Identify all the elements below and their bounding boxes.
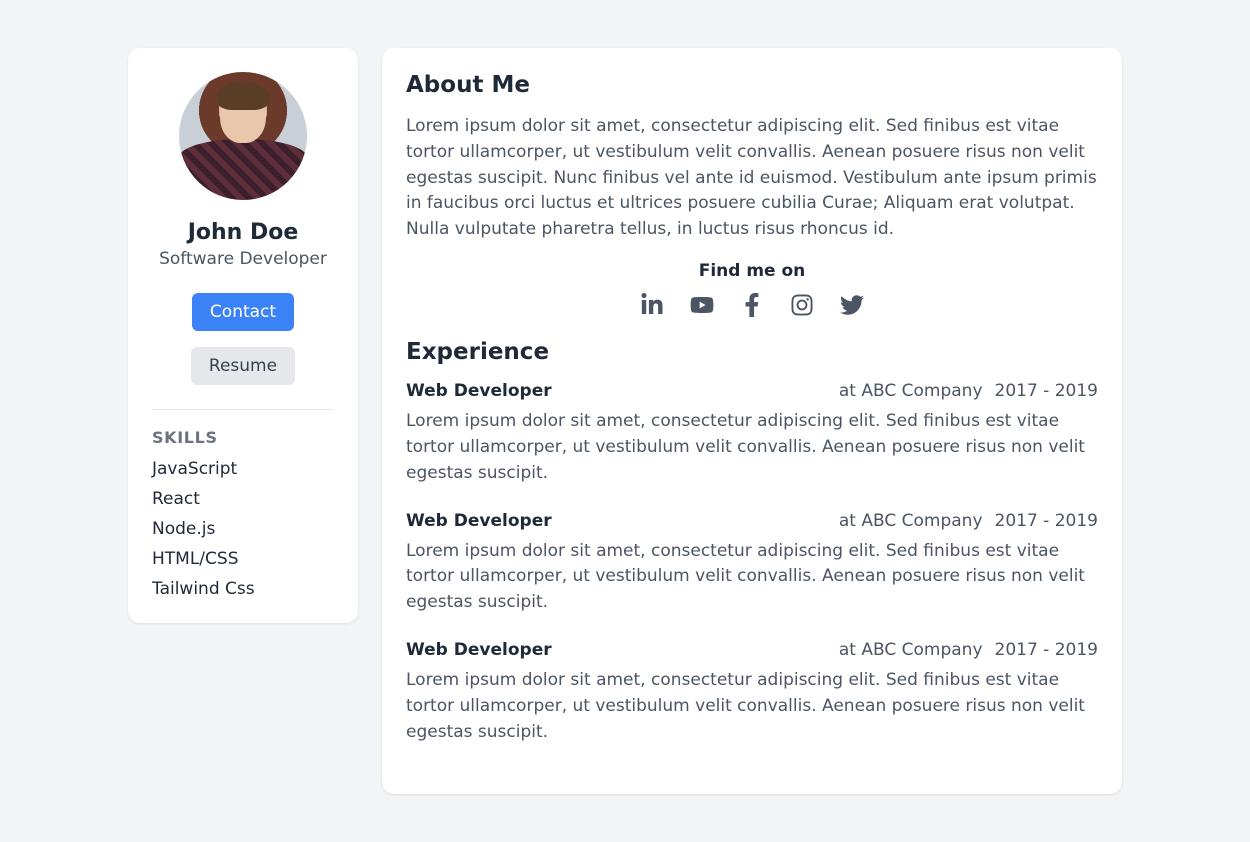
experience-heading: Experience [406,339,1098,365]
instagram-icon [790,293,814,317]
facebook-icon [740,293,764,317]
experience-dates: 2017 - 2019 [995,381,1098,401]
skill-item: Node.js [152,519,334,539]
experience-description: Lorem ipsum dolor sit amet, consectetur … [406,668,1098,745]
skills-heading: SKILLS [152,428,218,447]
skill-item: Tailwind Css [152,579,334,599]
twitter-link[interactable] [840,293,864,317]
experience-company: at ABC Company [839,381,983,401]
youtube-icon [690,293,714,317]
page-container: John Doe Software Developer Contact Resu… [0,0,1250,842]
resume-button[interactable]: Resume [191,347,295,385]
experience-item: Web Developer at ABC Company 2017 - 2019… [406,640,1098,745]
experience-description: Lorem ipsum dolor sit amet, consectetur … [406,539,1098,616]
skill-item: HTML/CSS [152,549,334,569]
about-heading: About Me [406,72,1098,98]
experience-company: at ABC Company [839,640,983,660]
experience-item: Web Developer at ABC Company 2017 - 2019… [406,381,1098,486]
experience-role: Web Developer [406,511,552,531]
skill-item: JavaScript [152,459,334,479]
avatar [179,72,307,200]
skills-list: JavaScript React Node.js HTML/CSS Tailwi… [152,459,334,599]
experience-header: Web Developer at ABC Company 2017 - 2019 [406,381,1098,401]
profile-title: Software Developer [159,249,327,269]
twitter-icon [840,293,864,317]
sidebar-button-group: Contact Resume [191,293,295,385]
experience-item: Web Developer at ABC Company 2017 - 2019… [406,511,1098,616]
social-links-row [406,293,1098,317]
facebook-link[interactable] [740,293,764,317]
about-text: Lorem ipsum dolor sit amet, consectetur … [406,114,1098,243]
sidebar-divider [152,409,334,410]
experience-header: Web Developer at ABC Company 2017 - 2019 [406,511,1098,531]
experience-role: Web Developer [406,381,552,401]
skill-item: React [152,489,334,509]
youtube-link[interactable] [690,293,714,317]
contact-button[interactable]: Contact [192,293,294,331]
linkedin-icon [640,293,664,317]
experience-dates: 2017 - 2019 [995,511,1098,531]
experience-role: Web Developer [406,640,552,660]
experience-description: Lorem ipsum dolor sit amet, consectetur … [406,409,1098,486]
experience-company: at ABC Company [839,511,983,531]
profile-name: John Doe [188,220,299,245]
find-me-heading: Find me on [406,261,1098,281]
experience-header: Web Developer at ABC Company 2017 - 2019 [406,640,1098,660]
linkedin-link[interactable] [640,293,664,317]
instagram-link[interactable] [790,293,814,317]
experience-dates: 2017 - 2019 [995,640,1098,660]
main-card: About Me Lorem ipsum dolor sit amet, con… [382,48,1122,794]
sidebar-card: John Doe Software Developer Contact Resu… [128,48,358,623]
